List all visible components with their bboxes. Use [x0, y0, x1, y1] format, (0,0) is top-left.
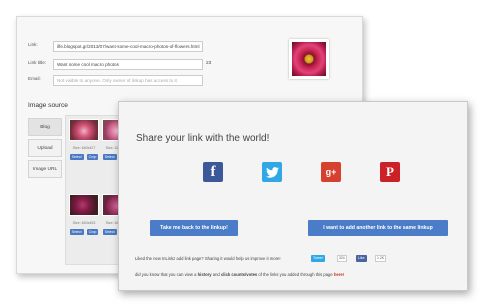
- click-counts-link[interactable]: click counts/votes: [221, 272, 257, 277]
- twitter-icon[interactable]: [262, 162, 282, 182]
- like-button[interactable]: Like: [356, 255, 367, 262]
- tab-blog[interactable]: Blog: [28, 118, 62, 136]
- thumbnail-crop-button[interactable]: Crop: [86, 229, 99, 235]
- thumbnail-size: Size: 640x453: [72, 221, 96, 225]
- facebook-icon[interactable]: f: [203, 162, 223, 182]
- link-label: Link:: [28, 42, 38, 47]
- thumbnail-item: Size: 640x427 Select Crop: [69, 119, 99, 160]
- title-label: Link title:: [28, 60, 47, 65]
- thumbnail-select-button[interactable]: Select: [69, 229, 84, 235]
- google-plus-icon[interactable]: g+: [321, 162, 341, 182]
- note-suffix: of the links you added through this page: [258, 272, 333, 277]
- link-url-input[interactable]: ilfe.blogspot.gr/2013/07/want-some-cool-…: [53, 41, 203, 52]
- twitter-bird-glyph: [265, 166, 279, 178]
- here-link[interactable]: here!: [334, 272, 344, 277]
- screenshot-stage: Link: ilfe.blogspot.gr/2013/07/want-some…: [0, 0, 480, 304]
- email-input[interactable]: Not visible to anyone. Only owner of lin…: [53, 75, 203, 86]
- tab-upload[interactable]: Upload: [28, 139, 62, 157]
- share-title: Share your link with the world!: [136, 133, 270, 144]
- add-another-link-button[interactable]: I want to add another link to the same l…: [308, 220, 448, 236]
- back-to-linkup-button[interactable]: Take me back to the linkup!: [150, 220, 238, 236]
- note-prefix: did you know that you can view a: [135, 272, 197, 277]
- like-count: 1.2K: [375, 255, 386, 262]
- tweet-label: Tweet: [313, 256, 323, 260]
- link-title-input[interactable]: Want some cool macro photos: [53, 59, 203, 70]
- thumbnail-select-button[interactable]: Select: [102, 229, 117, 235]
- history-note: did you know that you can view a history…: [135, 272, 344, 277]
- thumbnail-image[interactable]: [69, 119, 99, 141]
- history-link[interactable]: history: [198, 272, 212, 277]
- tweet-button[interactable]: Tweet: [311, 255, 325, 262]
- note-and: and: [212, 272, 220, 277]
- tab-image-url[interactable]: Image URL: [28, 160, 62, 178]
- thumbnail-image[interactable]: [69, 194, 99, 216]
- email-label: Email:: [28, 76, 41, 81]
- thumbnail-select-button[interactable]: Select: [69, 154, 84, 160]
- pinterest-icon[interactable]: P: [380, 162, 400, 182]
- thumbnail-size: Size: 640x427: [72, 146, 96, 150]
- title-char-counter: 23: [206, 61, 212, 66]
- thumbnail-select-button[interactable]: Select: [102, 154, 117, 160]
- thumbnail-item: Size: 640x453 Select Crop: [69, 194, 99, 235]
- share-popup: Share your link with the world! f g+ P T…: [118, 101, 468, 291]
- liked-page-text: Liked the new InLinkz add link page? Sha…: [135, 256, 281, 261]
- tweet-count: 324: [337, 255, 347, 262]
- image-source-tabs: Blog Upload Image URL: [28, 118, 62, 181]
- like-label: Like: [358, 256, 365, 260]
- selected-thumbnail-image: [289, 39, 329, 79]
- image-source-title: Image source: [28, 102, 68, 109]
- thumbnail-crop-button[interactable]: Crop: [86, 154, 99, 160]
